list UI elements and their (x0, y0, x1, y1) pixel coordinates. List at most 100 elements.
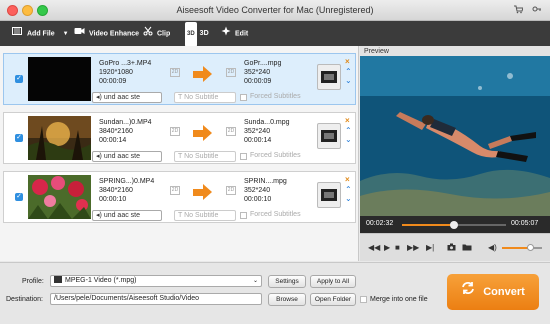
move-down-icon[interactable]: ⌄ (345, 135, 352, 144)
edit-mark-icon[interactable]: 2D (170, 186, 180, 195)
video-enhance-label: Video Enhance (89, 30, 140, 38)
video-enhance-button[interactable]: Video Enhance (74, 21, 139, 46)
snapshot-icon[interactable] (447, 243, 456, 253)
list-item[interactable]: ✓ GoPro ...3+.MP4 1920*1080 00:00:09 2D … (3, 53, 356, 105)
profile-select[interactable]: MPEG-1 Video (*.mpg) ⌄ (50, 275, 262, 287)
volume-handle[interactable] (527, 244, 534, 251)
playback-timebar: 00:02:32 00:05:07 (360, 216, 550, 233)
play-icon[interactable]: ▶ (384, 243, 390, 252)
audio-track-value: und aac ste (103, 153, 141, 160)
profile-label: Profile: (22, 278, 44, 285)
forced-subtitles-checkbox[interactable] (240, 153, 247, 160)
source-resolution: 3840*2160 (99, 128, 133, 135)
audio-track-select[interactable]: ◂) und aac ste (92, 151, 162, 162)
subtitle-select[interactable]: T No Subtitle (174, 92, 236, 103)
edit-sparkle-icon (221, 21, 231, 46)
key-icon[interactable] (532, 4, 542, 17)
source-name: Sundan...)0.MP4 (99, 119, 152, 126)
move-down-icon[interactable]: ⌄ (345, 194, 352, 203)
audio-track-value: und aac ste (103, 212, 141, 219)
edit-label: Edit (235, 30, 249, 38)
preview-video[interactable] (360, 56, 550, 216)
next-frame-icon[interactable]: ▶| (426, 243, 434, 252)
edit-mark-icon[interactable]: 2D (170, 68, 180, 77)
seek-handle[interactable] (450, 221, 458, 229)
preview-panel: Preview 00:02:32 00:05:07 ◀◀ ▶ ■ ▶▶ ▶| ◀… (360, 46, 550, 261)
speaker-icon: ◂) (96, 94, 102, 101)
seek-slider[interactable] (402, 221, 506, 229)
fast-forward-icon[interactable]: ▶▶ (407, 243, 419, 252)
dropdown-arrow-icon: ⌄ (252, 278, 258, 284)
output-duration: 00:00:09 (244, 78, 272, 85)
output-duration: 00:00:10 (244, 196, 272, 203)
clip-label: Clip (157, 30, 171, 38)
list-item[interactable]: ✓ SPRING...)0.MP4 3840*2160 00:00:10 2D … (3, 171, 356, 223)
remove-item-icon[interactable]: × (345, 175, 350, 184)
film-icon (54, 276, 62, 283)
edit-mark-icon[interactable]: 2D (170, 127, 180, 136)
source-duration: 00:00:09 (99, 78, 127, 85)
output-name: SPRIN....mpg (244, 178, 287, 185)
edit-button[interactable]: Edit (221, 21, 248, 46)
destination-input[interactable]: /Users/pele/Documents/Aiseesoft Studio/V… (50, 293, 262, 305)
item-checkbox[interactable]: ✓ (15, 75, 23, 83)
preview-label: Preview (364, 48, 389, 55)
move-up-icon[interactable]: ⌃ (345, 67, 352, 76)
list-item[interactable]: ✓ Sundan...)0.MP4 3840*2160 00:00:14 2D … (3, 112, 356, 164)
browse-button[interactable]: Browse (268, 293, 306, 306)
remove-item-icon[interactable]: × (345, 57, 350, 66)
apply-to-all-button[interactable]: Apply to All (310, 275, 356, 288)
forced-subtitles-checkbox[interactable] (240, 212, 247, 219)
edit-mark-icon[interactable]: 2D (226, 186, 236, 195)
stop-icon[interactable]: ■ (395, 243, 400, 252)
edit-mark-icon[interactable]: 2D (226, 68, 236, 77)
main-toolbar: Add File ▼ Video Enhance Clip 3D 3D Edit (0, 21, 550, 47)
forced-subtitles-label: Forced Subtitles (250, 211, 301, 218)
video-enhance-icon (74, 21, 85, 46)
move-down-icon[interactable]: ⌄ (345, 76, 352, 85)
convert-label: Convert (483, 286, 525, 298)
item-checkbox[interactable]: ✓ (15, 193, 23, 201)
source-duration: 00:00:10 (99, 196, 127, 203)
film-icon (321, 130, 337, 142)
item-checkbox[interactable]: ✓ (15, 134, 23, 142)
cart-icon[interactable] (513, 4, 524, 17)
audio-track-select[interactable]: ◂) und aac ste (92, 210, 162, 221)
source-resolution: 3840*2160 (99, 187, 133, 194)
folder-icon[interactable] (462, 243, 472, 253)
forced-subtitles-checkbox[interactable] (240, 94, 247, 101)
merge-checkbox[interactable] (360, 296, 367, 303)
speaker-icon: ◂) (96, 212, 102, 219)
convert-button[interactable]: Convert (447, 274, 539, 310)
subtitle-select[interactable]: T No Subtitle (174, 151, 236, 162)
subtitle-icon: T (178, 94, 183, 101)
open-folder-button[interactable]: Open Folder (310, 293, 356, 306)
edit-mark-icon[interactable]: 2D (226, 127, 236, 136)
audio-track-select[interactable]: ◂) und aac ste (92, 92, 162, 103)
move-up-icon[interactable]: ⌃ (345, 126, 352, 135)
output-format-button[interactable] (317, 123, 341, 149)
source-resolution: 1920*1080 (99, 69, 133, 76)
volume-slider[interactable] (502, 244, 542, 251)
speaker-icon: ◂) (96, 153, 102, 160)
playback-controls: ◀◀ ▶ ■ ▶▶ ▶| ◀) (360, 233, 550, 261)
remove-item-icon[interactable]: × (345, 116, 350, 125)
volume-icon[interactable]: ◀) (488, 243, 497, 252)
rewind-icon[interactable]: ◀◀ (368, 243, 380, 252)
output-format-button[interactable] (317, 64, 341, 90)
film-icon (321, 189, 337, 201)
move-up-icon[interactable]: ⌃ (345, 185, 352, 194)
source-duration: 00:00:14 (99, 137, 127, 144)
add-file-button[interactable]: Add File ▼ (12, 21, 69, 46)
current-time: 00:02:32 (366, 220, 394, 227)
output-format-button[interactable] (317, 182, 341, 208)
three-d-button[interactable]: 3D 3D (185, 21, 209, 47)
source-name: GoPro ...3+.MP4 (99, 60, 152, 67)
clip-button[interactable]: Clip (143, 21, 170, 46)
subtitle-value: No Subtitle (184, 212, 219, 219)
add-file-dropdown-icon[interactable]: ▼ (63, 31, 69, 37)
profile-value: MPEG-1 Video (*.mpg) (65, 277, 137, 284)
source-name: SPRING...)0.MP4 (99, 178, 155, 185)
subtitle-select[interactable]: T No Subtitle (174, 210, 236, 221)
settings-button[interactable]: Settings (268, 275, 306, 288)
